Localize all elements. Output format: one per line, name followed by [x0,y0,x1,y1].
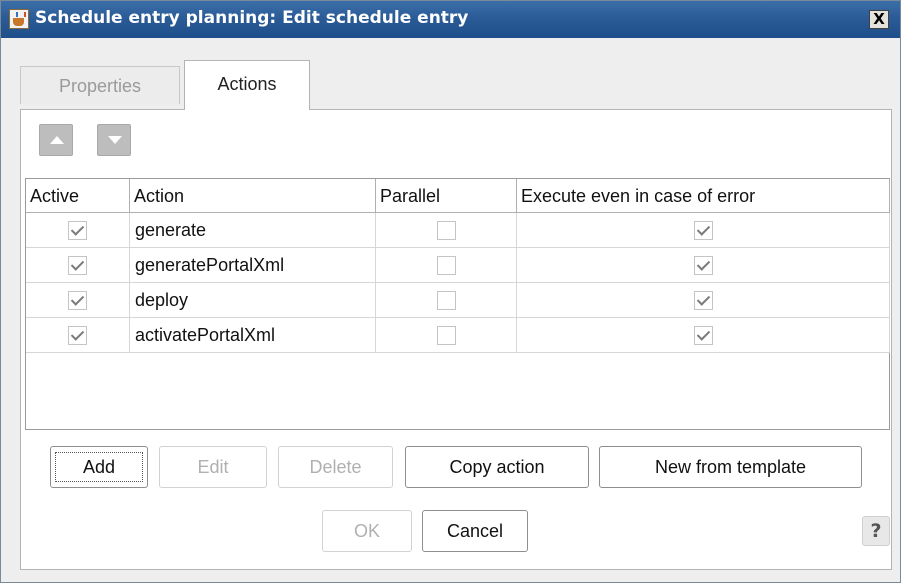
active-checkbox[interactable] [68,291,87,310]
table-row[interactable]: activatePortalXml [26,318,890,353]
parallel-checkbox[interactable] [437,326,456,345]
add-button[interactable]: Add [50,446,148,488]
move-up-button[interactable] [39,124,73,156]
action-name: deploy [130,283,376,318]
table-row[interactable]: deploy [26,283,890,318]
arrow-down-icon [108,136,122,144]
action-name: activatePortalXml [130,318,376,353]
execute-on-error-checkbox[interactable] [694,291,713,310]
execute-on-error-checkbox[interactable] [694,326,713,345]
edit-button[interactable]: Edit [159,446,267,488]
active-checkbox[interactable] [68,326,87,345]
column-header-active[interactable]: Active [26,179,130,213]
column-header-action[interactable]: Action [130,179,376,213]
help-button[interactable]: ? [862,516,890,546]
cancel-button[interactable]: Cancel [422,510,528,552]
window-title: Schedule entry planning: Edit schedule e… [35,8,469,28]
action-name: generatePortalXml [130,248,376,283]
ok-button[interactable]: OK [322,510,412,552]
tab-properties[interactable]: Properties [20,66,180,104]
copy-action-button[interactable]: Copy action [405,446,589,488]
action-name: generate [130,213,376,248]
parallel-checkbox[interactable] [437,221,456,240]
active-checkbox[interactable] [68,256,87,275]
column-header-parallel[interactable]: Parallel [376,179,517,213]
parallel-checkbox[interactable] [437,291,456,310]
active-checkbox[interactable] [68,221,87,240]
execute-on-error-checkbox[interactable] [694,256,713,275]
close-button[interactable]: X [869,10,889,29]
table-row[interactable]: generatePortalXml [26,248,890,283]
new-from-template-button[interactable]: New from template [599,446,862,488]
table-row[interactable]: generate [26,213,890,248]
java-icon [9,9,29,29]
move-down-button[interactable] [97,124,131,156]
parallel-checkbox[interactable] [437,256,456,275]
delete-button[interactable]: Delete [278,446,393,488]
column-header-execute-on-error[interactable]: Execute even in case of error [517,179,890,213]
title-bar[interactable]: Schedule entry planning: Edit schedule e… [1,1,900,38]
execute-on-error-checkbox[interactable] [694,221,713,240]
arrow-up-icon [50,136,64,144]
tab-actions[interactable]: Actions [184,60,310,110]
